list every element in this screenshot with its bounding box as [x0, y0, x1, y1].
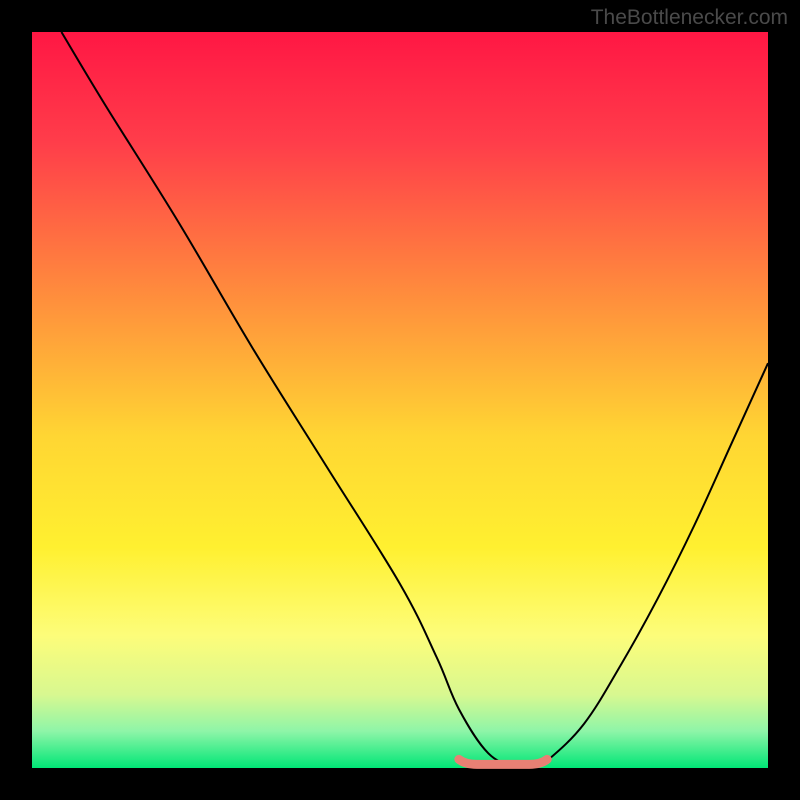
optimal-region-highlight	[459, 759, 547, 764]
chart-canvas	[0, 0, 800, 800]
plot-background	[32, 32, 768, 768]
watermark-text: TheBottlenecker.com	[591, 6, 788, 30]
bottleneck-chart: TheBottlenecker.com	[0, 0, 800, 800]
